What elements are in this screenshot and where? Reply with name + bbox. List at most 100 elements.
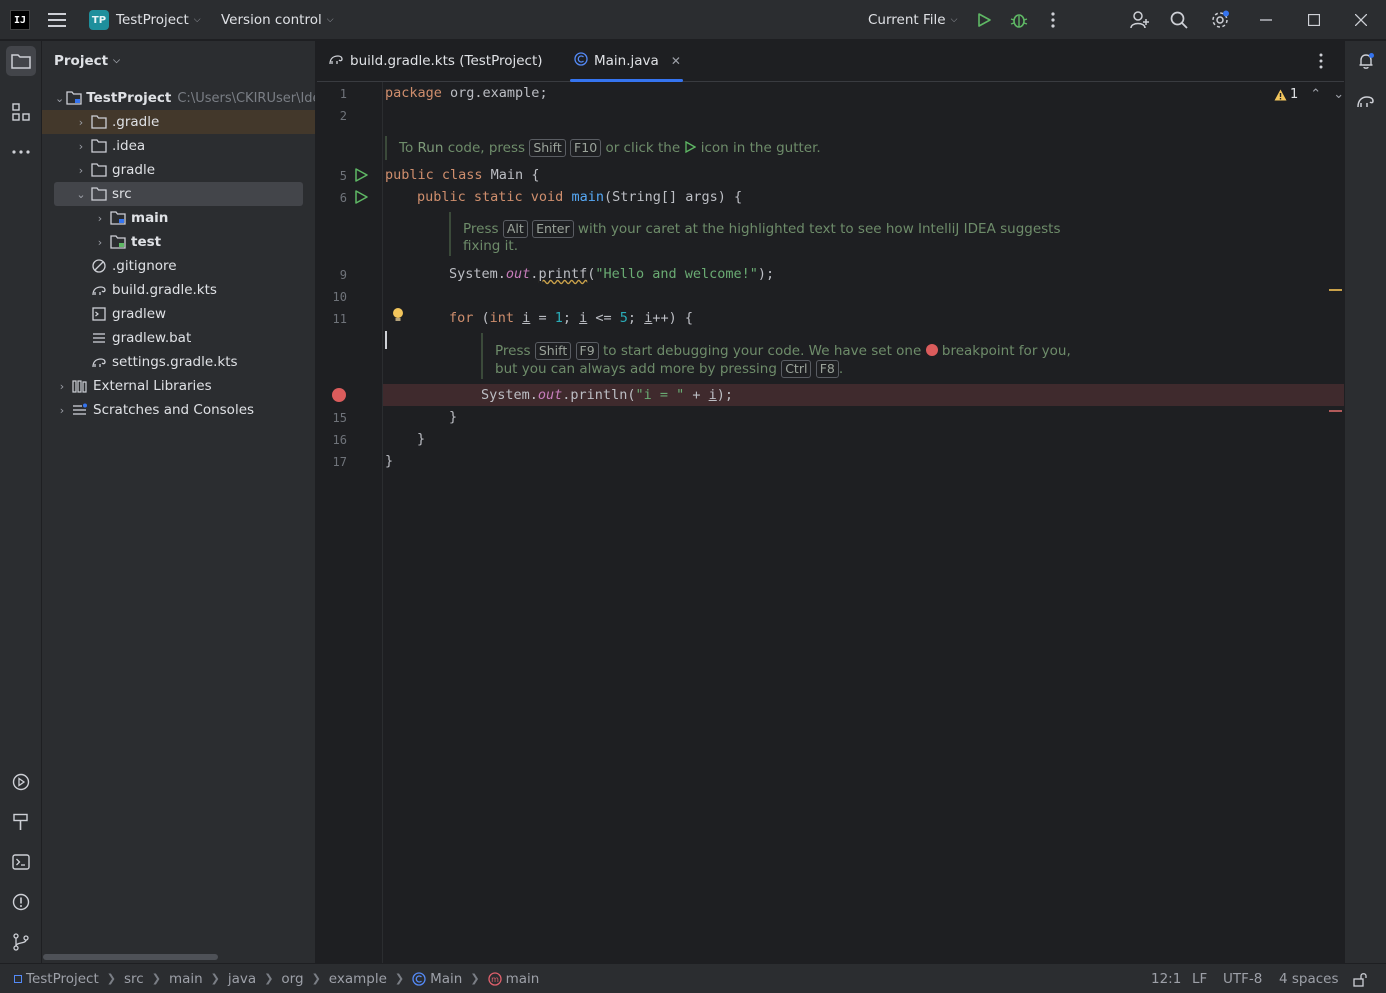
line-number: 9 bbox=[339, 268, 347, 282]
chevron-right-icon[interactable]: › bbox=[55, 380, 69, 393]
file-encoding[interactable]: UTF-8 bbox=[1223, 964, 1262, 993]
breadcrumb-item[interactable]: main bbox=[169, 971, 203, 987]
services-tool-button[interactable] bbox=[6, 767, 36, 797]
folder-icon bbox=[90, 186, 108, 202]
tree-item-label: build.gradle.kts bbox=[112, 282, 217, 298]
project-selector[interactable]: TP TestProject ⌵ bbox=[89, 0, 201, 40]
tree-item-settings-gradle[interactable]: settings.gradle.kts bbox=[42, 350, 315, 374]
breakpoint-icon[interactable] bbox=[332, 388, 346, 402]
chevron-down-icon[interactable]: ⌄ bbox=[74, 188, 88, 201]
tree-item-gradlew[interactable]: gradlew bbox=[42, 302, 315, 326]
project-panel-header[interactable]: Project ⌵ bbox=[54, 41, 120, 81]
line-separator[interactable]: LF bbox=[1192, 964, 1207, 993]
tree-item-label: .idea bbox=[112, 138, 146, 154]
breadcrumb-item[interactable]: Main bbox=[430, 971, 462, 987]
indent-setting[interactable]: 4 spaces bbox=[1279, 964, 1339, 993]
chevron-down-icon[interactable]: ⌄ bbox=[1333, 87, 1344, 102]
terminal-tool-button[interactable] bbox=[6, 847, 36, 877]
svg-text:m: m bbox=[491, 975, 499, 984]
tree-item-main[interactable]: › main bbox=[42, 206, 315, 230]
chevron-up-icon[interactable]: ⌃ bbox=[1310, 87, 1321, 102]
line-number: 16 bbox=[332, 433, 347, 447]
run-config-selector[interactable]: Current File ⌵ bbox=[868, 0, 957, 40]
chevron-right-icon[interactable]: › bbox=[93, 236, 107, 249]
tree-item-testproject[interactable]: ⌄ TestProject C:\Users\CKIRUser\Ide bbox=[42, 86, 316, 110]
chevron-right-icon[interactable]: › bbox=[93, 212, 107, 225]
tree-item-label: gradlew.bat bbox=[112, 330, 192, 346]
close-tab-icon[interactable]: ✕ bbox=[671, 54, 681, 68]
chevron-right-icon: ❯ bbox=[394, 972, 405, 985]
code-editor[interactable]: 1 ⌃ ⌄ 1 2 5 6 9 10 11 15 16 17 package o… bbox=[317, 82, 1344, 963]
problems-tool-button[interactable] bbox=[6, 887, 36, 917]
git-tool-button[interactable] bbox=[6, 927, 36, 957]
tab-main-java[interactable]: Main.java ✕ bbox=[570, 41, 683, 82]
gradle-tool-button[interactable] bbox=[1351, 86, 1381, 116]
debug-hint: Press Shift F9 to start debugging your c… bbox=[481, 333, 1071, 379]
code-line-14: System.out.println("i = " + i); bbox=[481, 387, 734, 403]
folder-icon bbox=[11, 54, 31, 69]
settings-button[interactable] bbox=[1210, 0, 1230, 40]
caret-position[interactable]: 12:1 bbox=[1151, 964, 1181, 993]
left-tool-strip bbox=[0, 41, 42, 963]
run-gutter-icon[interactable] bbox=[354, 168, 368, 182]
tree-item-idea[interactable]: › .idea bbox=[42, 134, 315, 158]
breadcrumb-item[interactable]: src bbox=[124, 971, 144, 987]
project-tool-button[interactable] bbox=[6, 46, 36, 76]
tree-item-gitignore[interactable]: .gitignore bbox=[42, 254, 315, 278]
breadcrumb-item[interactable]: org bbox=[281, 971, 303, 987]
project-badge: TP bbox=[89, 10, 109, 30]
tree-item-label: TestProject bbox=[86, 90, 172, 106]
run-gutter-icon[interactable] bbox=[354, 190, 368, 204]
breadcrumb-item[interactable]: java bbox=[228, 971, 256, 987]
breakpoint-stripe-mark[interactable] bbox=[1329, 410, 1342, 412]
chevron-right-icon[interactable]: › bbox=[74, 116, 88, 129]
code-with-me-button[interactable] bbox=[1130, 0, 1150, 40]
notifications-button[interactable] bbox=[1351, 46, 1381, 76]
intellij-logo-icon[interactable]: IJ bbox=[10, 10, 30, 30]
breadcrumb-item[interactable]: example bbox=[329, 971, 387, 987]
more-actions-button[interactable] bbox=[1046, 0, 1060, 40]
more-tools-button[interactable] bbox=[6, 137, 36, 167]
inspection-widget[interactable]: 1 ⌃ ⌄ bbox=[1274, 87, 1344, 102]
title-bar: IJ TP TestProject ⌵ Version control ⌵ Cu… bbox=[0, 0, 1386, 40]
chevron-down-icon: ⌵ bbox=[193, 15, 201, 25]
method-icon: m bbox=[487, 971, 502, 986]
chevron-right-icon[interactable]: › bbox=[74, 164, 88, 177]
vcs-selector[interactable]: Version control ⌵ bbox=[221, 0, 334, 40]
tree-item-gradle-dir[interactable]: › .gradle bbox=[42, 110, 315, 134]
tree-item-external-libraries[interactable]: › External Libraries bbox=[42, 374, 315, 398]
terminal-icon bbox=[12, 854, 30, 870]
tab-build-gradle[interactable]: build.gradle.kts (TestProject) bbox=[328, 41, 543, 81]
breadcrumb-item[interactable]: main bbox=[506, 971, 540, 987]
tree-item-src[interactable]: ⌄ src bbox=[54, 182, 303, 206]
main-menu-button[interactable] bbox=[48, 0, 66, 40]
file-lock-button[interactable] bbox=[1353, 964, 1368, 993]
tree-item-gradle[interactable]: › gradle bbox=[42, 158, 315, 182]
chevron-right-icon[interactable]: › bbox=[74, 140, 88, 153]
tab-options-button[interactable] bbox=[1318, 41, 1324, 81]
breadcrumb: TestProject ❯ src ❯ main ❯ java ❯ org ❯ … bbox=[14, 971, 539, 987]
tree-item-path: C:\Users\CKIRUser\Ide bbox=[177, 90, 316, 106]
chevron-down-icon[interactable]: ⌄ bbox=[55, 92, 64, 105]
chevron-right-icon[interactable]: › bbox=[55, 404, 69, 417]
maximize-button[interactable] bbox=[1308, 0, 1320, 40]
run-button[interactable] bbox=[976, 0, 992, 40]
breadcrumb-item[interactable]: TestProject bbox=[26, 971, 99, 987]
horizontal-scrollbar[interactable] bbox=[43, 954, 218, 960]
build-tool-button[interactable] bbox=[6, 807, 36, 837]
debug-button[interactable] bbox=[1010, 0, 1028, 40]
scratches-icon bbox=[71, 402, 89, 418]
tree-item-label: settings.gradle.kts bbox=[112, 354, 238, 370]
tree-item-scratches[interactable]: › Scratches and Consoles bbox=[42, 398, 315, 422]
structure-tool-button[interactable] bbox=[6, 97, 36, 127]
tree-item-build-gradle[interactable]: build.gradle.kts bbox=[42, 278, 315, 302]
bug-icon bbox=[1010, 14, 1028, 28]
search-everywhere-button[interactable] bbox=[1170, 0, 1188, 40]
lightbulb-icon[interactable] bbox=[392, 307, 404, 323]
tree-item-test[interactable]: › test bbox=[42, 230, 315, 254]
tree-item-gradlew-bat[interactable]: gradlew.bat bbox=[42, 326, 315, 350]
minimize-button[interactable] bbox=[1260, 0, 1272, 40]
warning-stripe-mark[interactable] bbox=[1329, 289, 1342, 291]
vcs-label: Version control bbox=[221, 12, 322, 28]
close-window-button[interactable] bbox=[1355, 0, 1367, 40]
